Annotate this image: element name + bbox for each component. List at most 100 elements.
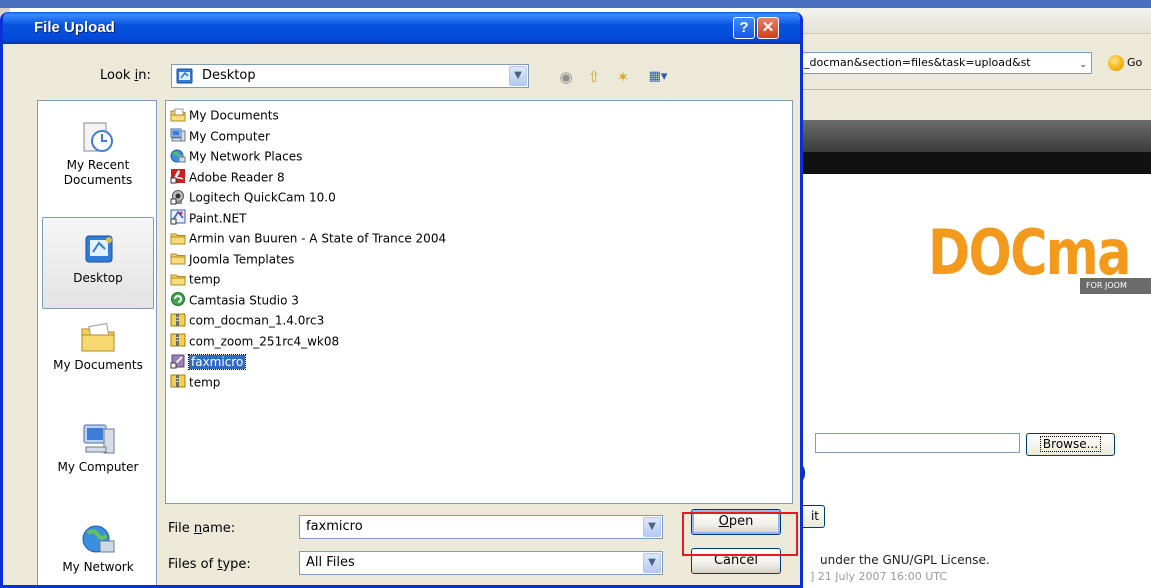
place-label: My Computer — [57, 460, 139, 474]
look-in-label: Look in: — [100, 68, 151, 83]
file-list-item[interactable]: My Network Places — [170, 146, 302, 166]
file-list[interactable]: My Documents My Computer My Network Places… — [165, 100, 793, 504]
license-text: under the GNU/GPL License. — [820, 553, 990, 567]
file-name-text: Adobe Reader 8 — [189, 170, 285, 184]
place-my-recent-documents[interactable]: My Recent Documents — [42, 119, 154, 188]
file-list-item[interactable]: Armin van Buuren - A State of Trance 200… — [170, 228, 446, 248]
file-list-item[interactable]: temp — [170, 372, 220, 392]
file-list-item[interactable]: Paint.NET — [170, 208, 246, 228]
taskbar-strip — [0, 0, 1151, 8]
close-button[interactable]: ✕ — [757, 17, 779, 39]
browse-label: Browse... — [1039, 436, 1102, 452]
file-name-text: temp — [189, 272, 221, 287]
close-icon: ✕ — [761, 19, 775, 36]
version-date-text: ] 21 July 2007 16:00 UTC — [810, 570, 948, 583]
go-icon — [1108, 55, 1124, 71]
file-name-text: Armin van Buuren - A State of Trance 200… — [189, 231, 447, 246]
desktop-icon — [176, 68, 193, 84]
dialog-title: File Upload — [34, 19, 115, 36]
zip-icon — [170, 312, 186, 328]
browser-tab-bar — [795, 8, 1151, 34]
site-header — [795, 120, 1151, 152]
place-label: My Network — [62, 560, 134, 574]
folder-icon — [170, 271, 186, 287]
file-list-item[interactable]: faxmicro — [170, 351, 247, 371]
docman-logo: DOCma — [928, 216, 1131, 289]
place-label: Desktop — [73, 271, 123, 285]
file-list-item[interactable]: Adobe Reader 8 — [170, 167, 285, 187]
place-my-network[interactable]: My Network — [42, 521, 154, 575]
file-list-item[interactable]: My Computer — [170, 126, 270, 146]
file-name-text: My Computer — [189, 129, 270, 143]
file-list-item[interactable]: Logitech QuickCam 10.0 — [170, 187, 336, 207]
file-name-text: My Network Places — [189, 149, 303, 164]
file-list-item[interactable]: My Documents — [170, 105, 279, 125]
chevron-down-icon[interactable]: ▼ — [643, 553, 661, 573]
help-icon: ? — [739, 19, 749, 36]
file-name-text: Paint.NET — [189, 211, 247, 225]
network-places-icon — [170, 148, 186, 164]
file-name-text: Camtasia Studio 3 — [189, 293, 299, 307]
chevron-down-icon[interactable]: ▼ — [643, 517, 661, 537]
place-my-documents[interactable]: My Documents — [42, 319, 154, 373]
docman-logo-subtitle: FOR JOOM — [1080, 278, 1151, 294]
folder-icon — [170, 250, 186, 266]
file-list-item[interactable]: com_docman_1.4.0rc3 — [170, 310, 324, 330]
adobe-reader-icon — [170, 168, 186, 184]
places-bar: My Recent Documents Desktop My Documents — [37, 100, 157, 585]
file-upload-dialog: File Upload ? ✕ Look in: Desktop ▼ ◉ ⇧ ✶… — [0, 12, 803, 588]
file-name-combo[interactable]: faxmicro ▼ — [299, 515, 663, 539]
file-name-text: faxmicro — [187, 353, 247, 370]
up-folder-icon[interactable]: ⇧ — [583, 67, 605, 87]
address-dropdown-icon[interactable]: ⌄ — [1079, 55, 1087, 73]
file-name-text: com_docman_1.4.0rc3 — [189, 313, 325, 328]
camtasia-icon — [170, 291, 186, 307]
desktop-icon — [85, 235, 113, 263]
file-list-item[interactable]: com_zoom_251rc4_wk08 — [170, 331, 339, 351]
look-in-value: Desktop — [202, 68, 256, 83]
file-type-select[interactable]: All Files ▼ — [299, 551, 663, 575]
go-button[interactable]: Go — [1108, 52, 1151, 74]
file-name-value: faxmicro — [306, 519, 363, 534]
zip-icon — [170, 332, 186, 348]
my-documents-icon — [81, 322, 115, 352]
look-in-dropdown[interactable]: Desktop ▼ — [171, 64, 529, 88]
paintnet-icon — [170, 209, 186, 225]
new-folder-icon[interactable]: ✶ — [612, 67, 634, 87]
file-name-label: File name: — [168, 521, 236, 536]
place-label: My Recent Documents — [63, 158, 133, 187]
my-network-icon — [82, 525, 115, 553]
file-name-text: Joomla Templates — [189, 252, 295, 266]
site-menubar — [795, 152, 1151, 174]
place-desktop[interactable]: Desktop — [42, 217, 154, 309]
my-computer-icon — [83, 424, 115, 454]
browser-toolbar — [795, 90, 1151, 120]
go-label: Go — [1127, 56, 1143, 69]
file-list-item[interactable]: Camtasia Studio 3 — [170, 290, 299, 310]
upload-file-input[interactable] — [815, 433, 1020, 453]
dialog-titlebar[interactable]: File Upload ? ✕ — [3, 12, 800, 44]
my-computer-icon — [170, 127, 186, 143]
folder-icon — [170, 230, 186, 246]
address-text: _docman&section=files&task=upload&st — [804, 56, 1031, 69]
file-list-item[interactable]: Joomla Templates — [170, 249, 294, 269]
back-icon[interactable]: ◉ — [555, 67, 577, 87]
file-list-item[interactable]: temp — [170, 269, 220, 289]
place-label: My Documents — [53, 358, 143, 372]
file-name-text: My Documents — [189, 108, 279, 123]
place-my-computer[interactable]: My Computer — [42, 421, 154, 475]
screen: _docman&section=files&task=upload&st ⌄ G… — [0, 0, 1151, 588]
shortcut-icon — [170, 353, 186, 369]
browse-button[interactable]: Browse... — [1026, 433, 1115, 456]
submit-label: it — [810, 509, 819, 523]
view-menu-icon[interactable]: ▦▾ — [643, 67, 673, 87]
file-type-label: Files of type: — [168, 557, 251, 572]
file-name-text: com_zoom_251rc4_wk08 — [189, 334, 340, 348]
chevron-down-icon[interactable]: ▼ — [509, 66, 527, 86]
my-documents-icon — [170, 107, 186, 123]
help-button[interactable]: ? — [733, 17, 755, 39]
file-name-text: temp — [189, 375, 221, 389]
open-button-highlight — [682, 512, 798, 556]
recent-documents-icon — [83, 122, 113, 152]
address-input[interactable]: _docman&section=files&task=upload&st ⌄ — [800, 52, 1092, 74]
